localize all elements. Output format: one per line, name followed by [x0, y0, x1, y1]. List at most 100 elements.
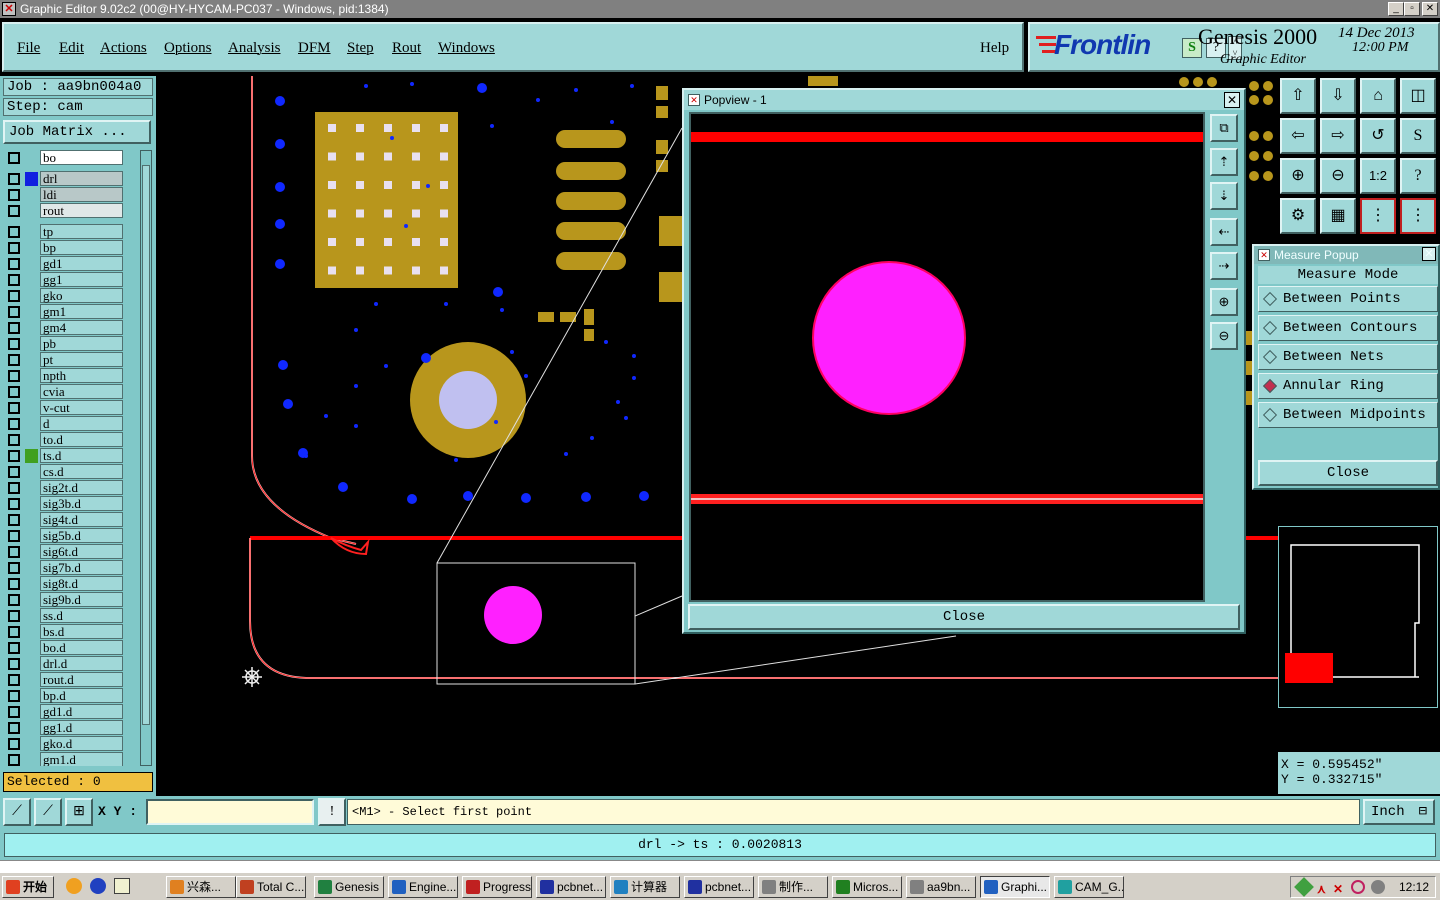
layer-checkbox[interactable]: [8, 354, 20, 366]
layer-color-swatch[interactable]: [25, 529, 38, 543]
layer-color-swatch[interactable]: [25, 151, 38, 165]
popview-close-button[interactable]: Close: [688, 604, 1240, 630]
layer-name[interactable]: gm1: [40, 304, 123, 319]
layer-color-swatch[interactable]: [25, 449, 38, 463]
zoom-one-to-one-icon[interactable]: 1:2: [1360, 158, 1396, 194]
layer-checkbox[interactable]: [8, 674, 20, 686]
maximize-icon[interactable]: ▫: [1404, 2, 1420, 16]
layer-name[interactable]: rout.d: [40, 672, 123, 687]
redraw-icon[interactable]: S: [1400, 118, 1436, 154]
quicklaunch-app-icon[interactable]: [90, 878, 106, 894]
layer-row[interactable]: gm1: [4, 304, 138, 320]
layer-checkbox[interactable]: [8, 626, 20, 638]
scrollbar-thumb[interactable]: [142, 165, 150, 725]
layer-checkbox[interactable]: [8, 482, 20, 494]
taskbar-task[interactable]: Total C...: [236, 876, 306, 898]
layer-color-swatch[interactable]: [25, 641, 38, 655]
net-compare-icon[interactable]: ⋮: [1400, 198, 1436, 234]
layer-row[interactable]: rout.d: [4, 672, 138, 688]
layer-row[interactable]: rout: [4, 203, 138, 219]
layer-name[interactable]: gd1: [40, 256, 123, 271]
layer-row[interactable]: pb: [4, 336, 138, 352]
radio-diamond-icon[interactable]: [1262, 407, 1278, 423]
measure-option[interactable]: Between Points: [1258, 286, 1438, 312]
layer-name[interactable]: bp.d: [40, 688, 123, 703]
layer-color-swatch[interactable]: [25, 657, 38, 671]
layer-checkbox[interactable]: [8, 258, 20, 270]
pan-up-icon[interactable]: ⇡: [1210, 148, 1238, 176]
layer-checkbox[interactable]: [8, 610, 20, 622]
zoom-fit-icon[interactable]: ⧉: [1210, 114, 1238, 142]
layer-scrollbar[interactable]: [140, 150, 152, 766]
pan-right-icon[interactable]: ⇨: [1320, 118, 1356, 154]
layer-color-swatch[interactable]: [25, 433, 38, 447]
layer-checkbox[interactable]: [8, 594, 20, 606]
overview-map[interactable]: [1278, 526, 1438, 708]
pan-left-icon[interactable]: ⇦: [1280, 118, 1316, 154]
quicklaunch-notepad-icon[interactable]: [114, 878, 130, 894]
layer-name[interactable]: gd1.d: [40, 704, 123, 719]
layer-checkbox[interactable]: [8, 386, 20, 398]
taskbar-task[interactable]: aa9bn...: [906, 876, 976, 898]
layer-color-swatch[interactable]: [25, 481, 38, 495]
layer-name[interactable]: sig9b.d: [40, 592, 123, 607]
layer-checkbox[interactable]: [8, 402, 20, 414]
measure-close-icon[interactable]: ✕: [1422, 247, 1436, 261]
layer-name[interactable]: gko: [40, 288, 123, 303]
layer-name[interactable]: to.d: [40, 432, 123, 447]
layer-name[interactable]: gg1: [40, 272, 123, 287]
layer-checkbox[interactable]: [8, 242, 20, 254]
menu-windows[interactable]: Windows: [438, 40, 495, 57]
layer-color-swatch[interactable]: [25, 753, 38, 766]
query-icon[interactable]: ?: [1400, 158, 1436, 194]
taskbar-task[interactable]: 制作...: [758, 876, 828, 898]
zoom-out-icon[interactable]: ⊖: [1320, 158, 1356, 194]
unit-selector[interactable]: Inch ⊟: [1363, 799, 1435, 825]
layer-color-swatch[interactable]: [25, 465, 38, 479]
quicklaunch-clock-icon[interactable]: [66, 878, 82, 894]
pan-up-icon[interactable]: ⇧: [1280, 78, 1316, 114]
layer-checkbox[interactable]: [8, 546, 20, 558]
layer-row[interactable]: sig8t.d: [4, 576, 138, 592]
home-icon[interactable]: ⌂: [1360, 78, 1396, 114]
measure-option[interactable]: Between Midpoints: [1258, 402, 1438, 428]
layer-row[interactable]: gd1.d: [4, 704, 138, 720]
layer-row[interactable]: npth: [4, 368, 138, 384]
layer-color-swatch[interactable]: [25, 273, 38, 287]
settings-icon[interactable]: ⚙: [1280, 198, 1316, 234]
alert-icon[interactable]: !: [318, 798, 346, 826]
popview-close-icon[interactable]: ✕: [1224, 92, 1240, 108]
layer-color-swatch[interactable]: [25, 497, 38, 511]
layer-color-swatch[interactable]: [25, 513, 38, 527]
taskbar-task[interactable]: Graphi...: [980, 876, 1050, 898]
layer-name[interactable]: rout: [40, 203, 123, 218]
taskbar-task[interactable]: 兴森...: [166, 876, 236, 898]
pan-down-icon[interactable]: ⇣: [1210, 182, 1238, 210]
layer-checkbox[interactable]: [8, 370, 20, 382]
measure-close-button[interactable]: Close: [1258, 460, 1438, 486]
layer-name[interactable]: v-cut: [40, 400, 123, 415]
layer-checkbox[interactable]: [8, 450, 20, 462]
layer-color-swatch[interactable]: [25, 385, 38, 399]
layer-row[interactable]: ss.d: [4, 608, 138, 624]
layer-checkbox[interactable]: [8, 418, 20, 430]
layer-row[interactable]: d: [4, 416, 138, 432]
layer-name[interactable]: bs.d: [40, 624, 123, 639]
layer-color-swatch[interactable]: [25, 673, 38, 687]
undo-view-icon[interactable]: ↺: [1360, 118, 1396, 154]
taskbar-task[interactable]: pcbnet...: [684, 876, 754, 898]
menu-file[interactable]: File: [17, 40, 40, 57]
layer-name[interactable]: sig5b.d: [40, 528, 123, 543]
layer-name[interactable]: drl.d: [40, 656, 123, 671]
layer-color-swatch[interactable]: [25, 609, 38, 623]
layer-checkbox[interactable]: [8, 722, 20, 734]
layer-row[interactable]: drl: [4, 171, 138, 187]
layer-name[interactable]: bp: [40, 240, 123, 255]
layer-row[interactable]: bs.d: [4, 624, 138, 640]
taskbar-task[interactable]: Progress: [462, 876, 532, 898]
layer-checkbox[interactable]: [8, 152, 20, 164]
layer-color-swatch[interactable]: [25, 577, 38, 591]
layer-checkbox[interactable]: [8, 306, 20, 318]
layer-name[interactable]: sig3b.d: [40, 496, 123, 511]
layer-checkbox[interactable]: [8, 466, 20, 478]
